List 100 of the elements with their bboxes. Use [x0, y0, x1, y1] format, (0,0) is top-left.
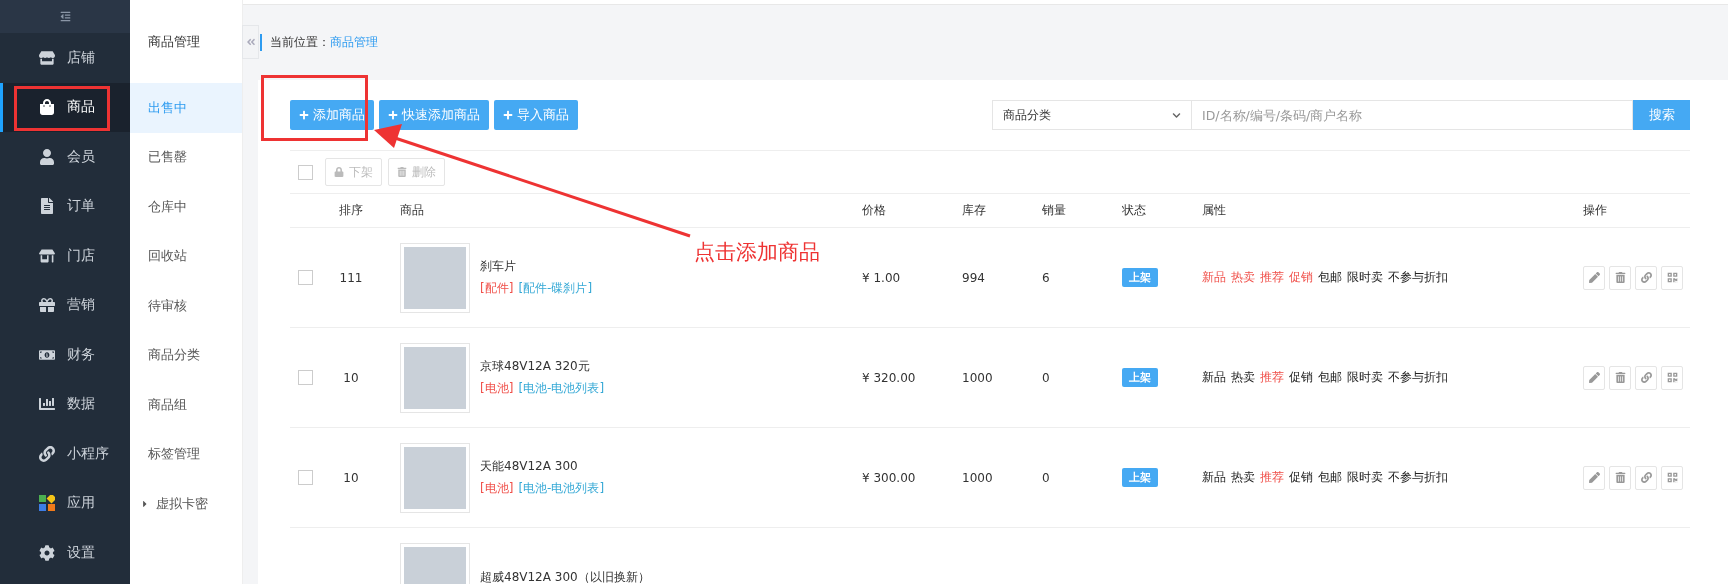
sidebar-item[interactable]: 设置 [0, 528, 130, 578]
sidebar-label: 门店 [67, 246, 95, 265]
subnav-item[interactable]: 回收站 [130, 231, 242, 281]
attribute-label: 不参与折扣 [1388, 469, 1448, 486]
search-field[interactable]: ID/名称/编号/条码/商户名称 [1192, 100, 1633, 130]
subnav-item[interactable]: 商品分类 [130, 330, 242, 380]
column-header: 销量 [1042, 202, 1067, 219]
row-checkbox[interactable] [298, 470, 313, 485]
column-header: 状态 [1122, 202, 1147, 219]
product-name[interactable]: 超威48V12A 300（以旧换新） [480, 569, 650, 584]
category-tag[interactable]: [电池] [480, 480, 514, 497]
product-photo [400, 242, 470, 313]
subnav-item[interactable]: 标签管理 [130, 429, 242, 479]
sort-cell-text: 10 [342, 470, 360, 485]
sidebar-label: 应用 [67, 494, 95, 513]
row-checkbox[interactable] [298, 370, 313, 385]
qr-code-icon [1666, 272, 1678, 283]
stock-cell-text: 994 [962, 270, 986, 285]
subnav-item[interactable]: 虚拟卡密 [130, 479, 242, 529]
sidebar-item[interactable]: 会员 [0, 132, 130, 182]
attribute-label: 包邮 [1318, 269, 1342, 286]
price-cell-text: ¥ 300.00 [862, 470, 917, 485]
delete-button[interactable] [1609, 365, 1631, 390]
lock-icon [334, 167, 344, 177]
category-tag[interactable]: [配件] [480, 280, 514, 297]
sales-cell-text: 6 [1042, 270, 1051, 285]
sidebar-item[interactable]: 营销 [0, 280, 130, 330]
edit-button[interactable] [1583, 465, 1605, 490]
select-all-checkbox[interactable] [298, 164, 313, 180]
collapse-menu-icon[interactable] [59, 11, 71, 22]
column-header: 价格 [862, 202, 887, 219]
user-icon [39, 148, 55, 165]
attribute-label: 新品 [1202, 269, 1226, 286]
collapse-panel-button[interactable] [242, 25, 259, 59]
trash-icon [397, 167, 407, 177]
pencil-icon [1588, 472, 1600, 483]
subnav-item[interactable]: 商品组 [130, 380, 242, 430]
qr-code-button[interactable] [1661, 365, 1683, 390]
subnav-item[interactable]: 仓库中 [130, 182, 242, 232]
subnav-item[interactable]: 已售罄 [130, 132, 242, 182]
sidebar-label: 设置 [67, 543, 95, 562]
app-grid-icon [39, 495, 55, 512]
link-icon [1640, 272, 1652, 283]
storefront-icon [39, 247, 55, 264]
sidebar-label: 营销 [67, 296, 95, 315]
sidebar-item[interactable]: 小程序 [0, 429, 130, 479]
link-button[interactable] [1635, 365, 1657, 390]
link-icon [1640, 472, 1652, 483]
sales-cell-text: 0 [1042, 470, 1051, 485]
category-select[interactable]: 商品分类 [992, 100, 1192, 130]
row-checkbox[interactable] [298, 270, 313, 285]
product-name[interactable]: 刹车片 [480, 258, 593, 275]
sidebar-label: 会员 [67, 147, 95, 166]
qr-code-button[interactable] [1661, 465, 1683, 490]
status-badge: 上架 [1122, 368, 1158, 387]
link-icon [39, 445, 55, 462]
attribute-label: 限时卖 [1347, 369, 1383, 386]
edit-button[interactable] [1583, 365, 1605, 390]
link-button[interactable] [1635, 465, 1657, 490]
qr-code-icon [1666, 372, 1678, 383]
plus-icon [503, 110, 513, 120]
edit-button[interactable] [1583, 265, 1605, 290]
attribute-label: 新品 [1202, 369, 1226, 386]
product-name[interactable]: 天能48V12A 300 [480, 458, 605, 475]
annotation-text: 点击添加商品 [694, 239, 820, 266]
price-cell-text: ¥ 320.00 [862, 370, 917, 385]
product-name[interactable]: 京球48V12A 320元 [480, 358, 605, 375]
sidebar-label: 店铺 [67, 48, 95, 67]
link-button[interactable] [1635, 265, 1657, 290]
sort-cell-text: 10 [342, 370, 360, 385]
sidebar-item[interactable]: 订单 [0, 181, 130, 231]
subnav-item[interactable]: 待审核 [130, 281, 242, 331]
trash-icon [1614, 272, 1626, 283]
plus-icon [299, 110, 309, 120]
sidebar-item[interactable]: 数据 [0, 379, 130, 429]
bar-chart-icon [39, 396, 55, 413]
attribute-label: 推荐 [1260, 269, 1284, 286]
sidebar-item[interactable]: 店铺 [0, 33, 130, 83]
delete-button[interactable] [1609, 465, 1631, 490]
sales-cell-text: 0 [1042, 370, 1051, 385]
stock-cell-text: 1000 [962, 370, 994, 385]
attribute-label: 推荐 [1260, 369, 1284, 386]
qr-code-button[interactable] [1661, 265, 1683, 290]
stock-cell-text: 1000 [962, 470, 994, 485]
attribute-label: 热卖 [1231, 369, 1255, 386]
category-tag[interactable]: [电池] [480, 380, 514, 397]
sidebar-label: 财务 [67, 345, 95, 364]
sidebar-item[interactable]: 应用 [0, 478, 130, 528]
sidebar-item[interactable]: 财务 [0, 330, 130, 380]
trash-icon [1614, 372, 1626, 383]
attribute-label: 新品 [1202, 469, 1226, 486]
column-header: 属性 [1202, 202, 1227, 219]
delete-button[interactable] [1609, 265, 1631, 290]
sidebar-item[interactable]: 门店 [0, 231, 130, 281]
pencil-icon [1588, 272, 1600, 283]
store-icon [39, 49, 55, 66]
column-header: 排序 [338, 202, 364, 219]
gift-icon [39, 297, 55, 314]
product-photo [400, 442, 470, 513]
breadcrumb-label: 当前位置： [270, 34, 330, 51]
